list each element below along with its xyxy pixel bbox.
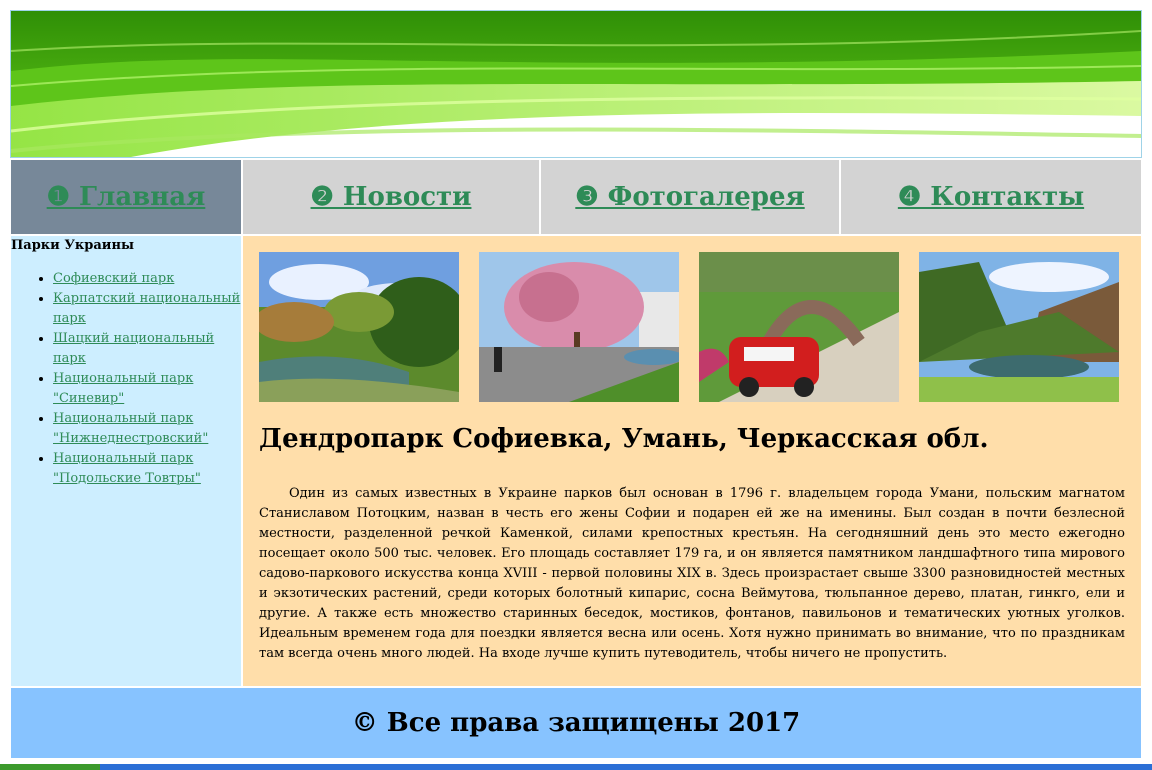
footer-row: © Все права защищены 2017 [9, 686, 1143, 760]
photo-strip [259, 252, 1141, 402]
article-text: Один из самых известных в Украине парков… [259, 486, 1125, 661]
list-item: Шацкий национальный парк [53, 329, 241, 369]
park-list: Софиевский парк Карпатский национальный … [11, 269, 241, 489]
sidebar: Парки Украины Софиевский парк Карпатский… [9, 234, 243, 688]
sidebar-title: Парки Украины [11, 238, 134, 253]
photo-lake-park [259, 252, 459, 402]
list-item: Национальный парк "Подольские Товтры" [53, 449, 241, 489]
nav-item-contacts[interactable]: ❹ Контакты [839, 158, 1143, 236]
list-item: Софиевский парк [53, 269, 241, 289]
park-link-shatsk[interactable]: Шацкий национальный парк [53, 331, 214, 366]
list-item: Карпатский национальный парк [53, 289, 241, 329]
nav-link-home[interactable]: ❶ Главная [47, 182, 206, 212]
park-link-sofievka[interactable]: Софиевский парк [53, 271, 174, 286]
nav-item-news[interactable]: ❷ Новости [241, 158, 541, 236]
photo-mountain-lake [919, 252, 1119, 402]
list-item: Национальный парк "Нижнеднестровский" [53, 409, 241, 449]
photo-blossom-tree [479, 252, 679, 402]
park-link-synevyr[interactable]: Национальный парк "Синевир" [53, 371, 193, 406]
photo-flower-car [699, 252, 899, 402]
body-row: Парки Украины Софиевский парк Карпатский… [9, 234, 1143, 688]
banner-graphic [11, 11, 1141, 157]
park-link-carpathian[interactable]: Карпатский национальный парк [53, 291, 240, 326]
nav-row: ❶ Главная ❷ Новости ❸ Фотогалерея ❹ Конт… [9, 158, 1143, 236]
main-content: Дендропарк Софиевка, Умань, Черкасская о… [241, 234, 1143, 688]
footer: © Все права защищены 2017 [9, 686, 1143, 760]
nav-link-news[interactable]: ❷ Новости [311, 182, 472, 212]
start-button[interactable] [0, 764, 100, 770]
park-link-podolsk-tovtry[interactable]: Национальный парк "Подольские Товтры" [53, 451, 201, 486]
nav-link-contacts[interactable]: ❹ Контакты [898, 182, 1084, 212]
page-layout: ❶ Главная ❷ Новости ❸ Фотогалерея ❹ Конт… [9, 158, 1143, 760]
nav-item-gallery[interactable]: ❸ Фотогалерея [539, 158, 841, 236]
copyright-text: © Все права защищены 2017 [351, 708, 801, 738]
header-banner [10, 10, 1142, 158]
nav-link-gallery[interactable]: ❸ Фотогалерея [575, 182, 804, 212]
list-item: Национальный парк "Синевир" [53, 369, 241, 409]
page-title: Дендропарк Софиевка, Умань, Черкасская о… [259, 424, 989, 454]
nav-item-home[interactable]: ❶ Главная [9, 158, 243, 236]
taskbar [0, 764, 1152, 770]
park-link-lower-dniester[interactable]: Национальный парк "Нижнеднестровский" [53, 411, 208, 446]
